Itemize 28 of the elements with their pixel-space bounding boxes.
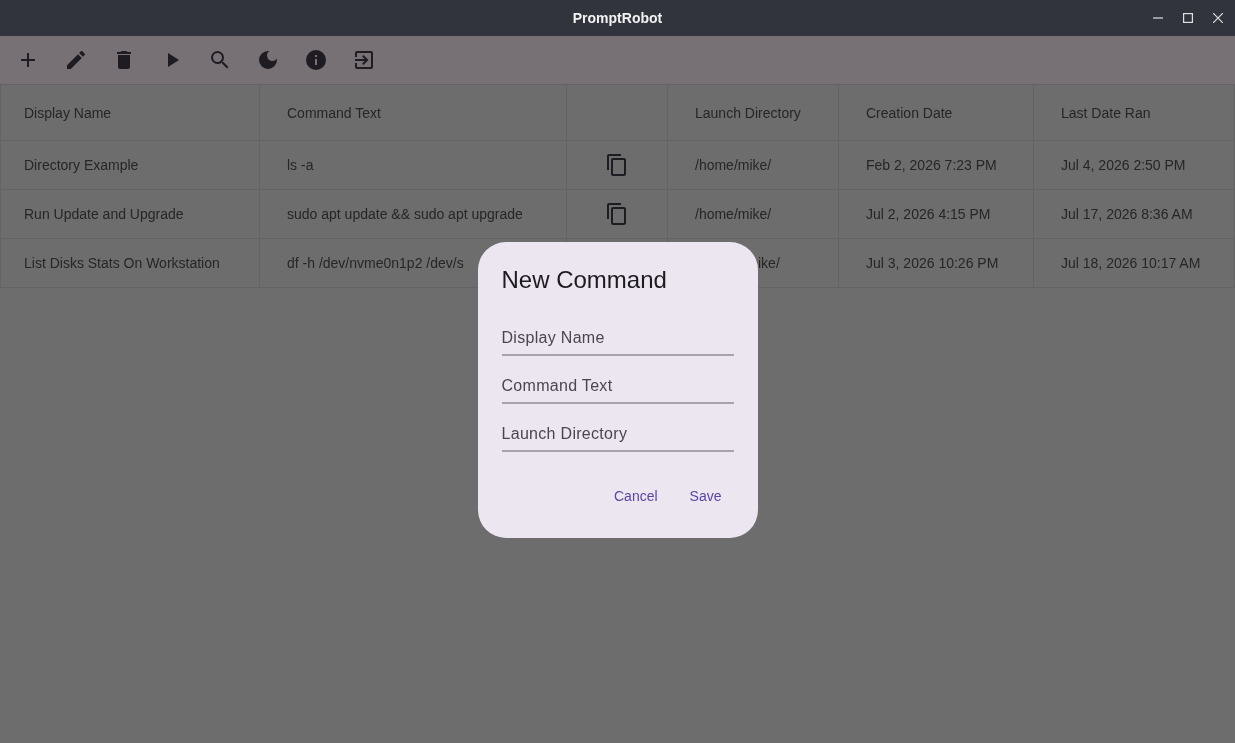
input-field[interactable]: Launch Directory: [501, 403, 734, 452]
input-field[interactable]: Command Text: [501, 355, 734, 404]
column-header: Launch Directory: [668, 85, 839, 140]
column-header: Display Name: [1, 85, 260, 140]
input-field[interactable]: Display Name: [501, 307, 734, 356]
close-icon[interactable]: [1213, 13, 1223, 23]
table-cell: /home/mike/: [668, 190, 839, 238]
table-cell: Jul 3, 2026 10:26 PM: [839, 239, 1034, 287]
column-header: Creation Date: [839, 85, 1034, 140]
table-cell: ls -a: [260, 141, 567, 189]
save-button[interactable]: Save: [677, 477, 734, 514]
window-title: PromptRobot: [572, 10, 663, 26]
table-cell: Directory Example: [1, 141, 260, 189]
cancel-button[interactable]: Cancel: [602, 477, 670, 514]
table-cell: Jul 2, 2026 4:15 PM: [839, 190, 1034, 238]
table-cell: Jul 4, 2026 2:50 PM: [1034, 141, 1235, 189]
maximize-icon[interactable]: [1183, 13, 1193, 23]
copy-icon[interactable]: [605, 153, 629, 177]
table-cell: /home/mike/: [668, 141, 839, 189]
table-cell: Feb 2, 2026 7:23 PM: [839, 141, 1034, 189]
table-cell: List Disks Stats On Workstation: [1, 239, 260, 287]
copy-icon[interactable]: [605, 202, 629, 226]
column-header: Last Date Ran: [1034, 85, 1235, 140]
table-cell: Jul 18, 2026 10:17 AM: [1034, 239, 1235, 287]
table-cell: Jul 17, 2026 8:36 AM: [1034, 190, 1235, 238]
table-cell: Run Update and Upgrade: [1, 190, 260, 238]
column-header: Command Text: [260, 85, 567, 140]
table-cell: sudo apt update && sudo apt upgrade: [260, 190, 567, 238]
